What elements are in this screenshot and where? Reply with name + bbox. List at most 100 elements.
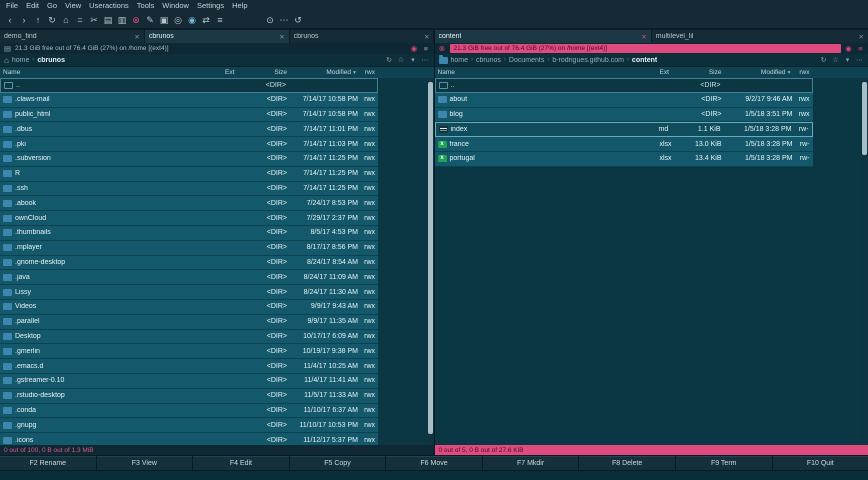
left-scrollbar[interactable] xyxy=(427,78,433,445)
tab-close-icon[interactable]: ✕ xyxy=(279,33,284,41)
tab-close-icon[interactable]: ✕ xyxy=(859,33,864,41)
new-folder-icon[interactable]: ▣ xyxy=(157,14,171,27)
useraction-icon[interactable]: ◉ xyxy=(185,14,199,27)
right-scrollbar[interactable] xyxy=(862,78,867,445)
panel-menu-icon[interactable]: ≡ xyxy=(856,44,865,53)
media-icon[interactable]: ◉ xyxy=(410,44,419,53)
tab-close-icon[interactable]: ✕ xyxy=(424,33,429,41)
undo-icon[interactable]: ↺ xyxy=(291,14,305,27)
sync-dirs-icon[interactable]: ⇄ xyxy=(199,14,213,27)
column-name[interactable]: Name xyxy=(0,69,225,76)
file-row-.ssh[interactable]: .ssh <DIR> 7/14/17 11:25 PM rwx xyxy=(0,181,378,197)
menu-item-tools[interactable]: Tools xyxy=(133,0,159,12)
home-icon[interactable]: ⌂ xyxy=(4,56,9,65)
left-tab-cbrunos[interactable]: cbrunos ✕ xyxy=(289,30,434,43)
column-perm[interactable]: rwx xyxy=(793,69,813,76)
file-row-index[interactable]: index md 1.1 KiB 1/5/18 3:28 PM rw- xyxy=(434,122,813,138)
refresh-icon[interactable]: ↻ xyxy=(45,14,59,27)
file-row-.pki[interactable]: .pki <DIR> 7/14/17 11:03 PM rwx xyxy=(0,137,378,152)
file-row-.mplayer[interactable]: .mplayer <DIR> 8/17/17 8:56 PM rwx xyxy=(0,240,378,256)
panel-menu-icon[interactable]: ≡ xyxy=(422,44,431,53)
breadcrumb-segment-Documents[interactable]: Documents xyxy=(509,57,544,64)
tab-close-icon[interactable]: ✕ xyxy=(641,33,646,41)
breadcrumb-segment-cbrunos[interactable]: cbrunos xyxy=(476,57,501,64)
menu-item-go[interactable]: Go xyxy=(43,0,61,12)
fkey-f4[interactable]: F4 Edit xyxy=(193,456,289,470)
column-modified[interactable]: Modified xyxy=(287,69,351,76)
column-perm[interactable]: rwx xyxy=(358,69,378,76)
fkey-f10[interactable]: F10 Quit xyxy=(772,456,868,470)
breadcrumb-segment-cbrunos[interactable]: cbrunos xyxy=(37,57,65,64)
file-row-blog[interactable]: blog <DIR> 1/5/18 3:51 PM rwx xyxy=(434,107,813,123)
right-scrollbar-thumb[interactable] xyxy=(862,81,867,156)
right-tab-multilevel_lil[interactable]: multilevel_lil ✕ xyxy=(651,30,868,43)
file-row-about[interactable]: about <DIR> 9/2/17 9:46 AM rwx xyxy=(434,92,813,108)
fkey-f5[interactable]: F5 Copy xyxy=(289,456,386,470)
find-icon[interactable]: ◎ xyxy=(171,14,185,27)
history-icon[interactable]: ▾ xyxy=(409,56,418,64)
media-icon[interactable]: ◉ xyxy=(844,44,853,53)
file-row-R[interactable]: R <DIR> 7/14/17 11:25 PM rwx xyxy=(0,166,378,182)
fkey-f7[interactable]: F7 Mkdir xyxy=(482,456,579,470)
file-row-.subversion[interactable]: .subversion <DIR> 7/14/17 11:25 PM rwx xyxy=(0,151,378,167)
column-name[interactable]: Name xyxy=(435,69,660,76)
file-row-.thumbnails[interactable]: .thumbnails <DIR> 8/5/17 4:53 PM rwx xyxy=(0,225,378,241)
bookmarks-icon[interactable]: ☆ xyxy=(397,56,406,64)
fkey-f3[interactable]: F3 View xyxy=(96,456,193,470)
file-row-portugal[interactable]: portugal xlsx 13.4 KiB 1/5/18 3:28 PM rw- xyxy=(434,151,813,167)
fkey-f6[interactable]: F6 Move xyxy=(386,456,482,470)
file-row-public_html[interactable]: public_html <DIR> 7/14/17 10:58 PM rwx xyxy=(0,107,378,123)
tab-close-icon[interactable]: ✕ xyxy=(134,33,139,41)
file-row-.icons[interactable]: .icons <DIR> 11/12/17 5:37 PM rwx xyxy=(0,433,378,445)
file-row-..[interactable]: .. <DIR> xyxy=(0,78,378,93)
file-row-.gstreamer-0.10[interactable]: .gstreamer-0.10 <DIR> 11/4/17 11:41 AM rwx xyxy=(0,373,378,389)
bookmarks-icon[interactable]: ☆ xyxy=(831,56,840,64)
menu-item-view[interactable]: View xyxy=(61,0,85,12)
file-row-.gmerlin[interactable]: .gmerlin <DIR> 10/19/17 9:38 PM rwx xyxy=(0,344,378,360)
home-icon[interactable]: ⌂ xyxy=(59,14,73,27)
left-tab-demo_find[interactable]: demo_find ✕ xyxy=(0,30,144,43)
cut-icon[interactable]: ✂ xyxy=(87,14,101,27)
options-icon[interactable]: ⋯ xyxy=(855,56,864,64)
file-row-.parallel[interactable]: .parallel <DIR> 9/9/17 11:35 AM rwx xyxy=(0,314,378,330)
column-ext[interactable]: Ext xyxy=(225,69,249,76)
file-row-.gnupg[interactable]: .gnupg <DIR> 11/10/17 10:53 PM rwx xyxy=(0,418,378,434)
file-row-ownCloud[interactable]: ownCloud <DIR> 7/29/17 2:37 PM rwx xyxy=(0,211,378,226)
forward-icon[interactable]: › xyxy=(17,14,31,27)
equal-panels-icon[interactable]: = xyxy=(73,14,87,27)
delete-icon[interactable]: ⊗ xyxy=(129,14,143,27)
file-row-.dbus[interactable]: .dbus <DIR> 7/14/17 11:01 PM rwx xyxy=(0,122,378,138)
file-row-.java[interactable]: .java <DIR> 8/24/17 11:09 AM rwx xyxy=(0,270,378,286)
paste-icon[interactable]: ▥ xyxy=(115,14,129,27)
file-row-.emacs.d[interactable]: .emacs.d <DIR> 11/4/17 10:25 AM rwx xyxy=(0,359,378,374)
menu-item-help[interactable]: Help xyxy=(228,0,251,12)
menu-item-window[interactable]: Window xyxy=(158,0,193,12)
refresh-icon[interactable]: ↻ xyxy=(385,56,394,64)
up-icon[interactable]: ↑ xyxy=(31,14,45,27)
copy-icon[interactable]: ▤ xyxy=(101,14,115,27)
settings-icon[interactable]: ⊙ xyxy=(263,14,277,27)
file-row-.claws-mail[interactable]: .claws-mail <DIR> 7/14/17 10:58 PM rwx xyxy=(0,92,378,108)
options-icon[interactable]: ⋯ xyxy=(421,56,430,64)
file-row-.gnome-desktop[interactable]: .gnome-desktop <DIR> 8/24/17 8:54 AM rwx xyxy=(0,255,378,271)
file-row-.conda[interactable]: .conda <DIR> 11/10/17 6:37 AM rwx xyxy=(0,403,378,419)
file-row-france[interactable]: france xlsx 13.0 KiB 1/5/18 3:28 PM rw- xyxy=(434,137,813,152)
right-tab-content[interactable]: content ✕ xyxy=(434,30,651,43)
edit-icon[interactable]: ✎ xyxy=(143,14,157,27)
breadcrumb-segment-home[interactable]: home xyxy=(12,57,30,64)
column-size[interactable]: Size xyxy=(249,69,287,76)
file-row-Lissy[interactable]: Lissy <DIR> 8/24/17 11:30 AM rwx xyxy=(0,285,378,300)
menu-item-edit[interactable]: Edit xyxy=(22,0,43,12)
breadcrumb-segment-content[interactable]: content xyxy=(632,57,657,64)
file-row-..[interactable]: .. <DIR> xyxy=(434,78,813,93)
column-size[interactable]: Size xyxy=(684,69,722,76)
fkey-f2[interactable]: F2 Rename xyxy=(0,456,96,470)
file-row-Desktop[interactable]: Desktop <DIR> 10/17/17 6:09 AM rwx xyxy=(0,329,378,345)
more-icon[interactable]: ⋯ xyxy=(277,14,291,27)
fkey-f9[interactable]: F9 Term xyxy=(675,456,772,470)
breadcrumb-segment-b-rodrigues.github.com[interactable]: b-rodrigues.github.com xyxy=(552,57,624,64)
back-icon[interactable]: ‹ xyxy=(3,14,17,27)
popular-urls-icon[interactable]: ≡ xyxy=(213,14,227,27)
history-icon[interactable]: ▾ xyxy=(843,56,852,64)
column-ext[interactable]: Ext xyxy=(660,69,684,76)
